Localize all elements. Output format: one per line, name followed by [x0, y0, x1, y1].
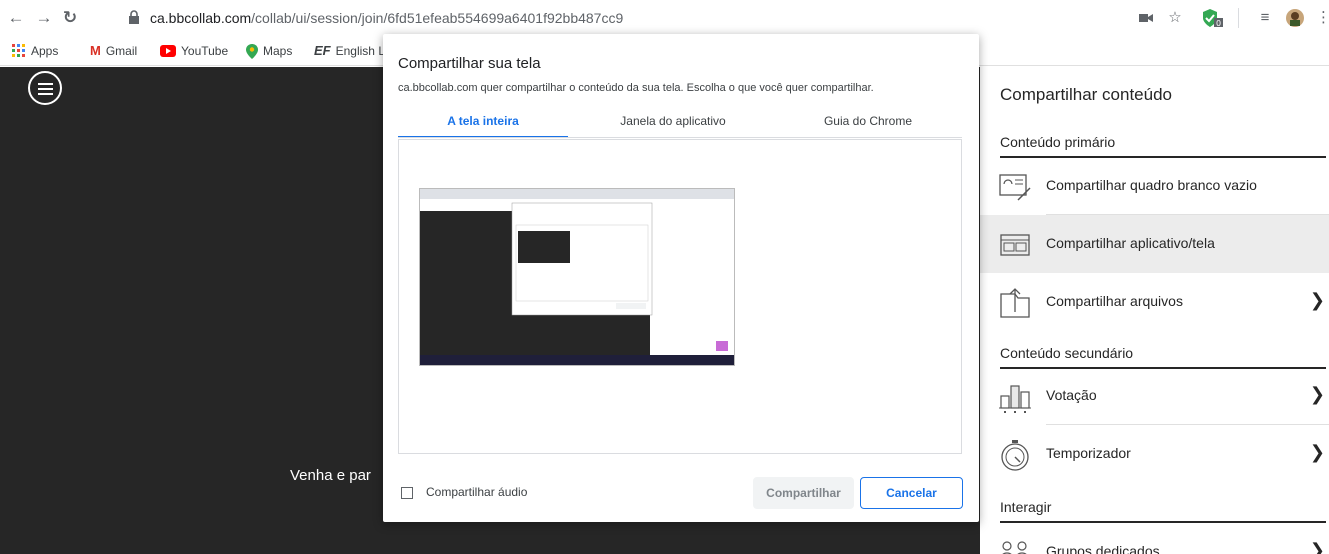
chevron-right-icon: ❯ — [1309, 442, 1325, 462]
menu-dots-icon[interactable]: ⋮ — [1316, 8, 1329, 28]
lock-icon — [129, 10, 139, 24]
stopwatch-icon — [1001, 440, 1029, 471]
reading-list-icon[interactable]: ≡ — [1256, 8, 1274, 28]
row-label: Compartilhar arquivos — [1046, 293, 1183, 309]
chevron-right-icon: ❯ — [1309, 290, 1325, 310]
bookmark-label: Apps — [31, 44, 59, 58]
bookmark-gmail[interactable]: M Gmail — [90, 43, 137, 59]
extension-shield-icon[interactable]: 0 — [1200, 8, 1224, 28]
groups-icon — [1002, 541, 1027, 554]
poll-item[interactable]: Votação ❯ — [980, 367, 1329, 425]
row-label: Votação — [1046, 387, 1097, 403]
share-button[interactable]: Compartilhar — [753, 477, 854, 509]
whiteboard-icon — [999, 174, 1031, 201]
share-screen-dialog: Compartilhar sua tela ca.bbcollab.com qu… — [383, 34, 979, 522]
bookmark-youtube[interactable]: YouTube — [160, 43, 228, 59]
tab-entire-screen[interactable]: A tela inteira — [398, 114, 568, 138]
apps-grid-icon — [12, 44, 25, 57]
svg-text:0: 0 — [1216, 19, 1221, 28]
session-welcome-text: Venha e par — [290, 467, 371, 484]
bookmark-label: Maps — [263, 44, 293, 58]
tab-chrome-tab[interactable]: Guia do Chrome — [783, 114, 953, 136]
row-label: Compartilhar aplicativo/tela — [1046, 235, 1215, 251]
url-domain: ca.bbcollab.com — [150, 10, 252, 26]
row-label: Compartilhar quadro branco vazio — [1046, 177, 1257, 193]
address-bar[interactable]: ca.bbcollab.com/collab/ui/session/join/6… — [118, 4, 1208, 32]
screen-thumbnail-image — [420, 189, 734, 365]
screen-preview-area — [398, 139, 962, 454]
bookmark-apps[interactable]: Apps — [12, 43, 58, 59]
share-whiteboard-item[interactable]: Compartilhar quadro branco vazio — [980, 157, 1329, 215]
bookmark-maps[interactable]: Maps — [246, 43, 292, 59]
row-label: Grupos dedicados — [1046, 543, 1160, 554]
url-text: ca.bbcollab.com/collab/ui/session/join/6… — [150, 10, 623, 26]
chevron-right-icon: ❯ — [1309, 384, 1325, 404]
bookmark-english[interactable]: EF English L — [314, 43, 385, 59]
breakout-groups-item[interactable]: Grupos dedicados ❯ — [980, 523, 1329, 554]
folder-upload-icon — [1000, 288, 1030, 318]
youtube-icon — [160, 45, 176, 57]
tab-application-window[interactable]: Janela do aplicativo — [588, 114, 758, 136]
forward-arrow-icon[interactable]: → — [34, 8, 54, 28]
back-arrow-icon[interactable]: ← — [6, 8, 26, 28]
tabs-divider — [398, 137, 962, 138]
dialog-subtitle: ca.bbcollab.com quer compartilhar o cont… — [398, 82, 874, 94]
url-path: /collab/ui/session/join/6fd51efeab554699… — [251, 10, 624, 26]
share-application-screen-item[interactable]: Compartilhar aplicativo/tela — [980, 215, 1329, 273]
chevron-right-icon: ❯ — [1309, 540, 1325, 554]
share-audio-checkbox[interactable] — [401, 487, 413, 499]
bookmark-label: Gmail — [105, 44, 138, 58]
profile-avatar-icon[interactable] — [1284, 8, 1306, 28]
session-menu-button[interactable] — [28, 71, 62, 105]
secondary-content-header: Conteúdo secundário — [1000, 345, 1326, 369]
bookmark-label: YouTube — [181, 44, 229, 58]
toolbar-divider — [1238, 8, 1239, 28]
panel-title: Compartilhar conteúdo — [1000, 85, 1172, 104]
maps-pin-icon — [246, 43, 258, 59]
camera-icon[interactable] — [1138, 8, 1154, 28]
share-files-item[interactable]: Compartilhar arquivos ❯ — [980, 273, 1329, 331]
bookmark-label: English L — [335, 44, 385, 58]
screen-thumbnail[interactable] — [419, 188, 735, 366]
cancel-button[interactable]: Cancelar — [860, 477, 963, 509]
star-icon[interactable]: ☆ — [1165, 8, 1185, 28]
reload-icon[interactable]: ↻ — [60, 8, 80, 28]
gmail-icon: M — [90, 43, 101, 58]
share-audio-label: Compartilhar áudio — [426, 485, 528, 499]
ef-logo-icon: EF — [314, 43, 331, 58]
interact-header: Interagir — [1000, 499, 1326, 523]
row-label: Temporizador — [1046, 445, 1131, 461]
primary-content-header: Conteúdo primário — [1000, 134, 1326, 158]
app-window-icon — [1000, 234, 1030, 256]
dialog-title: Compartilhar sua tela — [398, 55, 541, 72]
browser-toolbar: ← → ↻ ca.bbcollab.com/collab/ui/session/… — [0, 0, 1329, 36]
share-content-panel: Compartilhar conteúdo Conteúdo primário … — [980, 67, 1329, 554]
poll-chart-icon — [999, 385, 1031, 413]
timer-item[interactable]: Temporizador ❯ — [980, 425, 1329, 483]
